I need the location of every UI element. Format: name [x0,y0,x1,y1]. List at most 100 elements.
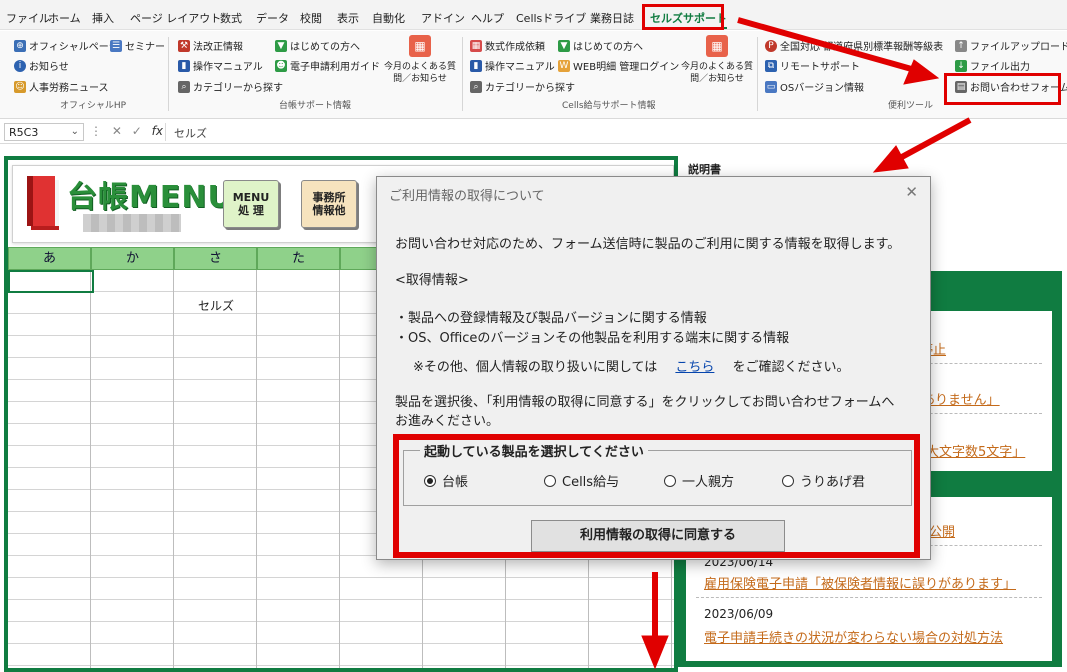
os-version-button[interactable]: ▭ OSバージョン情報 [765,79,864,94]
cells-manual-button[interactable]: ▮ 操作マニュアル [470,58,555,73]
active-cell[interactable] [8,270,94,293]
manual-title: 説明書 [688,163,721,176]
monitor-icon: ▭ [765,80,777,93]
official-page-button[interactable]: ⊕ オフィシャルページ [14,38,119,53]
news-button[interactable]: i お知らせ [14,58,69,73]
e-application-guide-button[interactable]: ☻ 電子申請利用ガイド [275,58,380,73]
hr-news-button[interactable]: ☺ 人事労務ニュース [14,79,109,94]
enter-check-icon[interactable]: ✓ [132,124,142,138]
contact-form-highlight-box [944,73,1061,105]
divider [696,597,1042,598]
grid-icon: ▦ [470,39,482,52]
people-group-icon: ☻ [275,59,287,72]
file-export-button[interactable]: ↓ ファイル出力 [955,58,1030,73]
group-label-official: オフィシャルHP [60,101,127,111]
law-revision-button[interactable]: ⚒ 法改正情報 [178,38,243,53]
cancel-icon[interactable]: ✕ [112,124,122,138]
instruction-text: お進みください。 [395,414,500,429]
search-doc-icon: ⌕ [470,80,482,93]
instruction-text: 製品を選択後、「利用情報の取得に同意する」をクリックしてお問い合わせフォームへ [395,395,895,410]
function-icon[interactable]: fx [152,124,163,138]
dialog-title: ご利用情報の取得について [389,189,545,204]
remote-icon: ⧉ [765,59,777,72]
menu-addins[interactable]: アドイン [421,10,465,26]
dialog-highlight-box [393,434,920,558]
more-icon[interactable]: ⋮ [90,124,102,138]
menu-help[interactable]: ヘルプ [471,10,504,26]
menu-home[interactable]: ホーム [48,10,81,26]
bullet-text: ・製品への登録情報及び製品バージョンに関する情報 [395,311,707,326]
group-label-tools: 便利ツール [888,101,934,111]
intro-text: お問い合わせ対応のため、フォーム送信時に製品のご利用に関する情報を取得します。 [395,237,901,252]
seminar-button[interactable]: ☰ セミナー [110,38,165,53]
group-label-cells: Cells給与サポート情報 [562,101,656,111]
notice-link[interactable]: ありません」 [922,389,1000,408]
news-link[interactable]: 電子申請手続きの状況が変わらない場合の対処方法 [704,627,1003,646]
remote-support-button[interactable]: ⧉ リモートサポート [765,58,860,73]
manual-button[interactable]: ▮ 操作マニュアル [178,58,263,73]
menu-view[interactable]: 表示 [337,10,359,26]
search-doc-icon: ⌕ [178,80,190,93]
ribbon-separator [462,37,463,111]
app-logo: 台帳MENU [67,180,233,215]
beginner-mark-icon: ▼ [558,39,570,52]
book-icon: ▮ [178,59,190,72]
beginner-button[interactable]: ▼ はじめての方へ [275,38,360,53]
ledger-book-icon [27,176,59,230]
formula-input[interactable]: セルズ [165,123,1063,141]
menu-bar: ファイル ホーム 挿入 ページ レイアウト 数式 データ 校閲 表示 自動化 ア… [0,0,1067,30]
menu-process-button[interactable]: MENU 処 理 [223,180,279,228]
menu-review[interactable]: 校閲 [300,10,322,26]
formula-icons: ⋮ ✕ ✓ fx [90,124,163,138]
formula-bar: R5C3 ⌄ ⋮ ✕ ✓ fx セルズ [0,120,1067,144]
menu-data[interactable]: データ [256,10,289,26]
menu-highlight-box [642,4,724,30]
cell-value[interactable]: セルズ [198,297,234,314]
globe-icon: ⊕ [14,39,26,52]
beginner-mark-icon: ▼ [275,39,287,52]
privacy-link[interactable]: こちら [675,360,714,375]
cells-monthly-faq-button[interactable]: ▦ 今月のよくある質問／お知らせ [681,35,753,85]
ribbon-separator [757,37,758,111]
calendar-icon: ▦ [706,35,728,57]
cells-beginner-button[interactable]: ▼ はじめての方へ [558,38,643,53]
notice-link[interactable]: 大文字数5文字」 [926,441,1025,460]
column-header[interactable]: さ [174,247,257,270]
column-header[interactable]: た [257,247,340,270]
web-payslip-login-button[interactable]: W WEB明細 管理ログイン [558,58,679,73]
chevron-down-icon[interactable]: ⌄ [71,126,79,137]
category-search-button[interactable]: ⌕ カテゴリーから探す [178,79,283,94]
column-header[interactable]: あ [8,247,91,270]
info-icon: i [14,59,26,72]
menu-insert[interactable]: 挿入 [92,10,114,26]
seminar-icon: ☰ [110,39,122,52]
file-upload-icon: ↑ [955,39,967,52]
close-icon[interactable]: ✕ [905,183,918,201]
payslip-icon: W [558,59,570,72]
name-box[interactable]: R5C3 ⌄ [4,123,84,141]
blurred-office-name [83,214,181,232]
file-export-icon: ↓ [955,59,967,72]
news-link[interactable]: 公開 [929,521,955,540]
monthly-faq-button[interactable]: ▦ 今月のよくある質問／お知らせ [384,35,456,85]
column-header[interactable]: か [91,247,174,270]
privacy-note: ※その他、個人情報の取り扱いに関しては こちら をご確認ください。 [413,360,850,375]
standard-remuneration-table-button[interactable]: P 全国対応 都道府県別標準報酬等級表 [765,38,943,53]
file-upload-button[interactable]: ↑ ファイルアップロード [955,38,1067,53]
menu-file[interactable]: ファイル [6,10,50,26]
group-label-daicho: 台帳サポート情報 [279,101,352,111]
menu-formulas[interactable]: 数式 [220,10,242,26]
menu-cells-drive[interactable]: Cellsドライブ [516,10,586,26]
news-date: 2023/06/09 [704,607,774,621]
column-header-row: あ か さ た [8,247,423,270]
menu-business-log[interactable]: 業務日誌 [590,10,634,26]
office-info-button[interactable]: 事務所 情報他 [301,180,357,228]
news-link[interactable]: 雇用保険電子申請「被保険者情報に誤りがあります」 [704,573,1016,592]
cells-category-search-button[interactable]: ⌕ カテゴリーから探す [470,79,575,94]
people-icon: ☺ [14,80,26,93]
menu-page-layout[interactable]: ページ レイアウト [130,10,221,26]
formula-request-button[interactable]: ▦ 数式作成依頼 [470,38,545,53]
menu-automate[interactable]: 自動化 [372,10,405,26]
bullet-text: ・OS、Officeのバージョンその他製品を利用する端末に関する情報 [395,331,790,346]
section-heading: <取得情報> [395,273,469,288]
